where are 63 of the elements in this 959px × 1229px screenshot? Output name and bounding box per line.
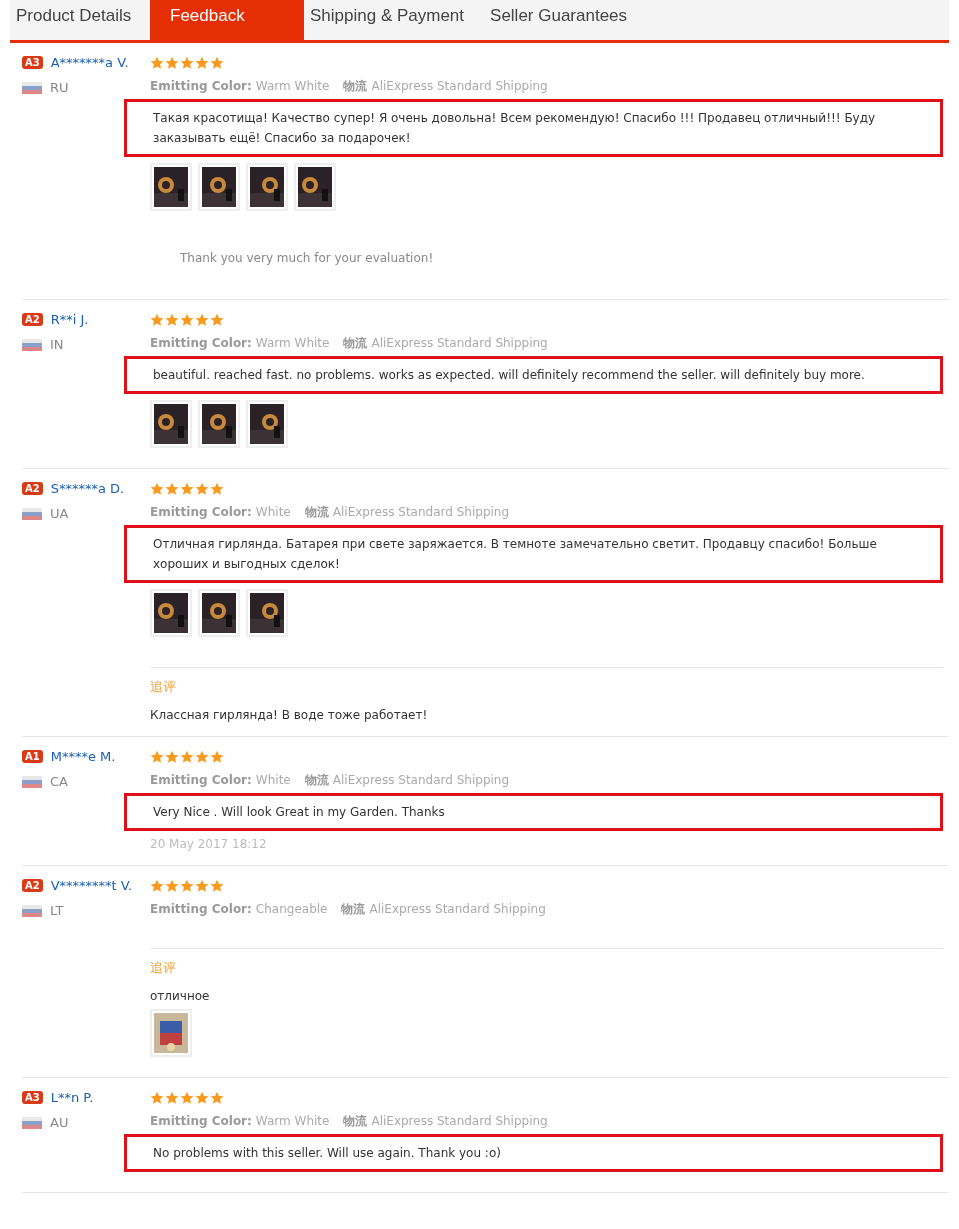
flag-icon [22, 1116, 42, 1129]
country-code: UA [50, 506, 69, 521]
attribute-value: Changeable [255, 902, 328, 916]
country-code: IN [50, 337, 64, 352]
level-badge: A1 [22, 750, 43, 763]
review-date: 20 May 2017 18:12 [150, 837, 268, 851]
buyer-name[interactable]: L**n P. [50, 1090, 94, 1105]
level-badge: A3 [22, 1091, 43, 1104]
shipping-label: 物流 [343, 336, 368, 350]
buyer-name[interactable]: S******a D. [50, 481, 125, 496]
review-text: No problems with this seller. Will use again. Thank you :o) [153, 1146, 501, 1160]
attribute-value: Warm White [255, 336, 330, 350]
follow-up-text: отличное [150, 989, 211, 1003]
attribute-value: Warm White [255, 1114, 330, 1128]
shipping-label: 物流 [341, 902, 366, 916]
flag-icon [22, 81, 42, 94]
country-code: CA [50, 774, 68, 789]
follow-up-text: Классная гирлянда! В воде тоже работает! [150, 708, 429, 722]
tab[interactable]: Seller Guarantees [484, 0, 648, 40]
buyer-name[interactable]: R**i J. [50, 312, 89, 327]
tab[interactable]: Shipping & Payment [304, 0, 485, 40]
tab[interactable]: Product Details [10, 0, 150, 40]
attribute-label: Emitting Color: [150, 336, 252, 350]
buyer-name[interactable]: V********t V. [50, 878, 133, 893]
country-code: RU [50, 80, 69, 95]
shipping-value: AliExpress Standard Shipping [332, 773, 510, 787]
shipping-label: 物流 [304, 773, 329, 787]
flag-icon [22, 775, 42, 788]
review-text: Отличная гирлянда. Батарея при свете заряжается. В темноте замечательно светит. Продавцу спасибо! Больше хороших и выгодных сделок! [153, 537, 877, 571]
shipping-label: 物流 [343, 79, 368, 93]
level-badge: A3 [22, 56, 43, 69]
buyer-name[interactable]: A*******a V. [50, 55, 129, 70]
attribute-label: Emitting Color: [150, 773, 252, 787]
shipping-value: AliExpress Standard Shipping [371, 79, 548, 93]
shipping-label: 物流 [343, 1114, 368, 1128]
level-badge: A2 [22, 313, 43, 326]
flag-icon [22, 338, 42, 351]
shipping-value: AliExpress Standard Shipping [371, 336, 548, 350]
attribute-value: White [255, 505, 291, 519]
flag-icon [22, 507, 42, 520]
seller-reply: Thank you very much for your evaluation! [180, 251, 435, 265]
flag-icon [22, 904, 42, 917]
shipping-label: 物流 [304, 505, 329, 519]
level-badge: A2 [22, 482, 43, 495]
attribute-label: Emitting Color: [150, 79, 252, 93]
review-text: Такая красотища! Качество супер! Я очень довольна! Всем рекомендую! Спасибо !!! Продавец отличный!!! Буду заказывать ещё! Спасибо за подарочек! [153, 111, 876, 145]
tab[interactable]: Feedback [150, 0, 304, 40]
follow-up-label: 追评 [150, 959, 177, 977]
shipping-value: AliExpress Standard Shipping [369, 902, 546, 916]
country-code: AU [50, 1115, 69, 1130]
attribute-value: Warm White [255, 79, 330, 93]
buyer-name[interactable]: M****e M. [50, 749, 116, 764]
attribute-label: Emitting Color: [150, 1114, 252, 1128]
attribute-label: Emitting Color: [150, 902, 252, 916]
country-code: LT [50, 903, 64, 918]
attribute-value: White [255, 773, 291, 787]
shipping-value: AliExpress Standard Shipping [332, 505, 510, 519]
follow-up-label: 追评 [150, 678, 177, 696]
level-badge: A2 [22, 879, 43, 892]
attribute-label: Emitting Color: [150, 505, 252, 519]
shipping-value: AliExpress Standard Shipping [371, 1114, 548, 1128]
review-text: beautiful. reached fast. no problems. works as expected. will definitely recommend the seller. will definitely buy more. [153, 368, 865, 382]
review-text: Very Nice . Will look Great in my Garden. Thanks [153, 805, 445, 819]
